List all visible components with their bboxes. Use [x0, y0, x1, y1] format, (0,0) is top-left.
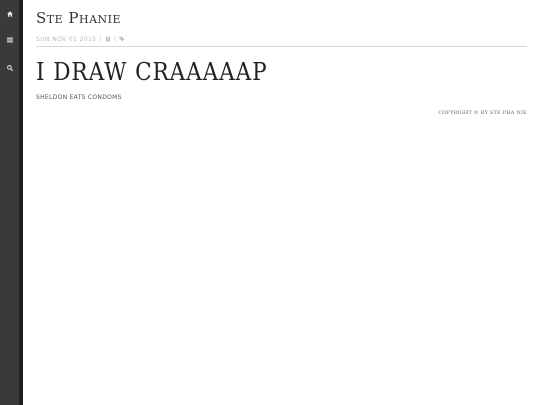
post-meta: Sun Nov 01 2015 | | — [36, 34, 125, 44]
book-icon[interactable] — [105, 36, 111, 42]
site-title[interactable]: Ste Phanie — [36, 9, 121, 27]
post-title[interactable]: I draw craaaaap — [36, 58, 268, 86]
post-body: Sheldon eats condoms — [36, 94, 122, 101]
header-divider — [36, 46, 527, 47]
sidebar-item-home[interactable] — [0, 7, 19, 21]
home-icon — [6, 11, 13, 17]
sidebar-item-menu[interactable] — [0, 33, 19, 47]
post-date: Sun Nov 01 2015 — [36, 35, 97, 43]
menu-icon — [6, 37, 13, 43]
sidebar — [0, 0, 23, 405]
search-icon — [6, 65, 13, 71]
meta-separator: | — [113, 35, 117, 43]
meta-separator: | — [99, 35, 102, 43]
sidebar-item-search[interactable] — [0, 61, 19, 75]
tags-icon[interactable] — [119, 36, 125, 42]
footer-copyright: Copyright © by Ste Pha Nie — [438, 110, 527, 116]
